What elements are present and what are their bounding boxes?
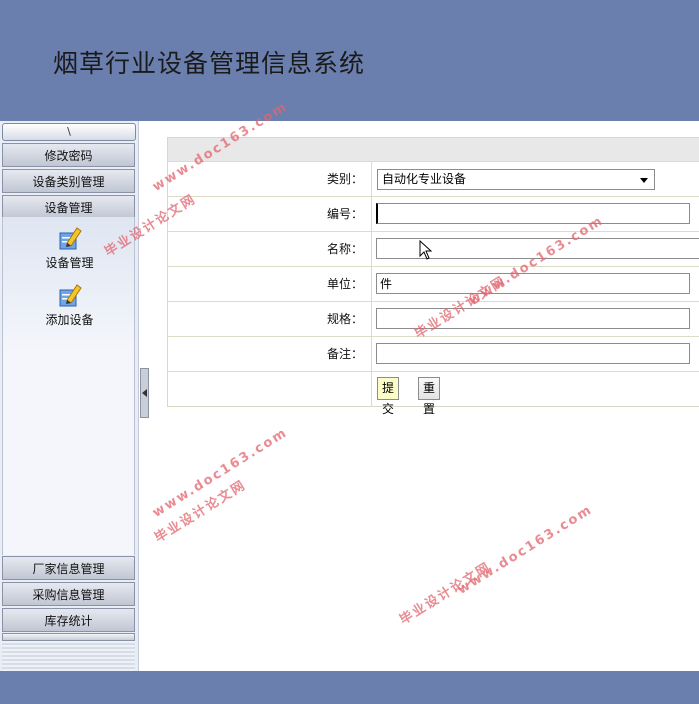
submenu-label: 设备管理: [45, 256, 94, 270]
app-title: 烟草行业设备管理信息系统: [53, 49, 366, 78]
submenu-label: 添加设备: [45, 313, 94, 327]
field-label: 备注：: [168, 337, 372, 371]
form-row-category: 类别： 自动化专业设备: [168, 161, 699, 196]
watermark-site: 毕业设计论文网: [397, 559, 495, 629]
field-label: 单位：: [168, 267, 372, 301]
remark-input[interactable]: [376, 343, 690, 364]
field-label: 规格：: [168, 302, 372, 336]
field-label: 名称：: [168, 232, 372, 266]
form-header-bar: [168, 138, 699, 161]
header-banner: 烟草行业设备管理信息系统: [0, 0, 699, 121]
sidebar: \ 修改密码 设备类别管理 设备管理 设备管理 添加设备 厂家信息管理 采购信息…: [0, 121, 139, 671]
form-row-remark: 备注：: [168, 336, 699, 371]
form-row-code: 编号：: [168, 196, 699, 231]
sidebar-toggle-button[interactable]: [140, 368, 149, 418]
menu-device-management[interactable]: 设备管理: [2, 195, 135, 219]
field-label: 编号：: [168, 197, 372, 231]
form-row-actions: 提交 重置: [168, 371, 699, 416]
reset-button[interactable]: 重置: [418, 377, 441, 416]
sidebar-collapse-button[interactable]: \: [2, 123, 136, 141]
form-row-name: 名称：: [168, 231, 699, 266]
submenu-add-device[interactable]: 添加设备: [3, 282, 136, 328]
menu-vendor-management[interactable]: 厂家信息管理: [2, 556, 135, 580]
code-input[interactable]: [376, 203, 690, 224]
chevron-left-icon: [142, 389, 147, 397]
menu-change-password[interactable]: 修改密码: [2, 143, 135, 167]
actions-label-cell: [168, 372, 372, 406]
mouse-pointer-icon: [419, 239, 433, 260]
menu-device-category[interactable]: 设备类别管理: [2, 169, 135, 193]
pencil-document-icon: [58, 225, 82, 251]
menu-purchase-management[interactable]: 采购信息管理: [2, 582, 135, 606]
pencil-document-icon: [58, 282, 82, 308]
submit-button[interactable]: 提交: [377, 377, 400, 416]
sidebar-resize-handle[interactable]: [2, 633, 135, 641]
form-row-unit: 单位：: [168, 266, 699, 301]
device-form: 类别： 自动化专业设备 编号： 名称： 单位： 规格： 备注：: [167, 137, 699, 416]
category-select-value: 自动化专业设备: [382, 172, 467, 186]
chevron-down-icon: [640, 178, 648, 183]
menu-inventory-stats[interactable]: 库存统计: [2, 608, 135, 632]
unit-input[interactable]: [376, 273, 690, 294]
submenu-panel: 设备管理 添加设备: [2, 217, 135, 555]
category-select[interactable]: 自动化专业设备: [377, 169, 655, 190]
footer-bar: [0, 671, 699, 704]
